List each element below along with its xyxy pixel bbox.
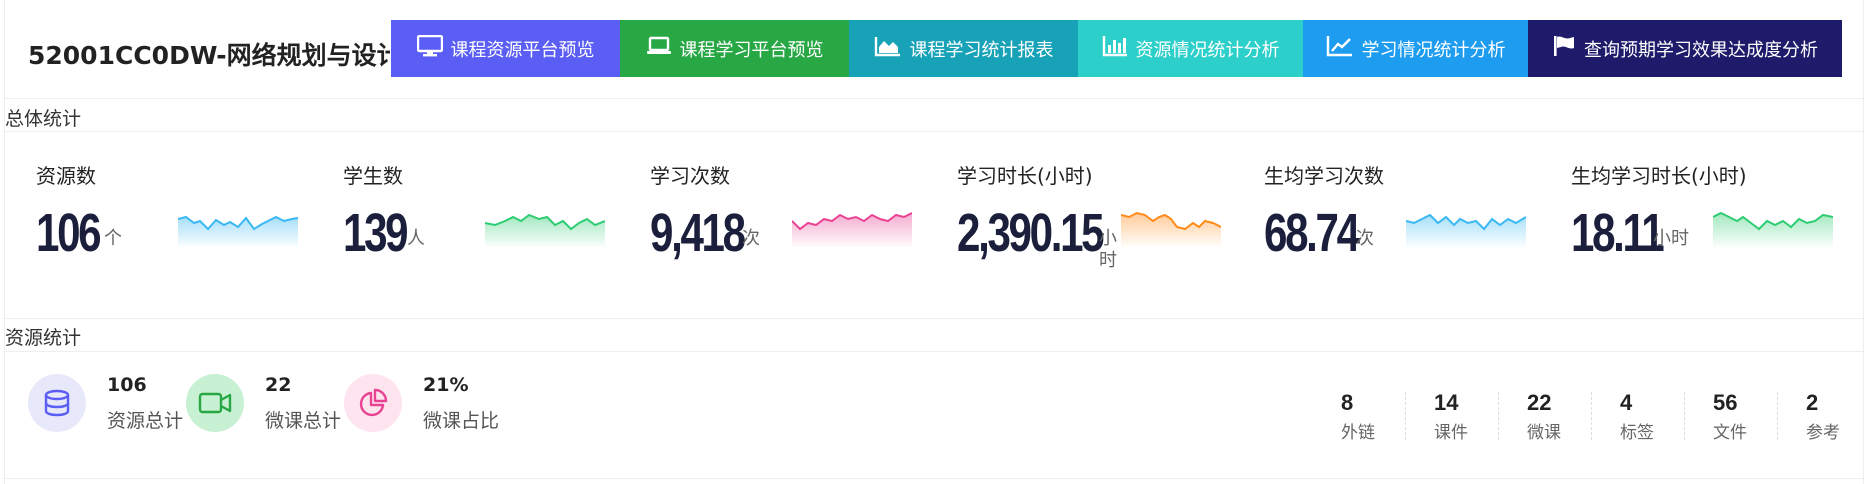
category-label: 标签 bbox=[1620, 423, 1654, 443]
stat-unit: 次 bbox=[742, 228, 760, 249]
nav-achievement-analysis-button[interactable]: 查询预期学习效果达成度分析 bbox=[1528, 20, 1842, 77]
divider bbox=[5, 318, 1864, 319]
stat-avg-study-hours: 生均学习时长(小时) 18.11 小时 bbox=[1571, 156, 1867, 276]
course-title: 52001CC0DW-网络规划与设计I bbox=[28, 41, 390, 70]
category-value: 56 bbox=[1713, 390, 1738, 415]
line-chart-icon bbox=[1326, 35, 1354, 62]
stat-value: 106 bbox=[36, 203, 102, 263]
category-value: 4 bbox=[1620, 390, 1633, 415]
stat-student-count: 学生数 139 人 bbox=[343, 156, 643, 276]
resource-total: 106 资源总计 bbox=[28, 374, 188, 438]
stat-study-count: 学习次数 9,418 次 bbox=[650, 156, 950, 276]
resource-total-value: 106 bbox=[107, 374, 147, 396]
stat-value: 18.11 bbox=[1571, 203, 1665, 263]
monitor-icon bbox=[416, 34, 443, 62]
category-file: 56 文件 bbox=[1713, 390, 1805, 443]
category-microcourse: 22 微课 bbox=[1527, 390, 1619, 443]
sparkline-icon bbox=[178, 215, 298, 247]
stat-label: 生均学习次数 bbox=[1264, 164, 1384, 188]
video-camera-icon bbox=[186, 374, 244, 432]
category-external-link: 8 外链 bbox=[1341, 390, 1433, 443]
category-reference: 2 参考 bbox=[1806, 390, 1867, 443]
category-divider bbox=[1405, 392, 1406, 440]
microcourse-ratio-label: 微课占比 bbox=[423, 410, 500, 432]
nav-resource-analysis-button[interactable]: 资源情况统计分析 bbox=[1078, 20, 1303, 77]
nav-resource-preview-button[interactable]: 课程资源平台预览 bbox=[391, 20, 620, 77]
pie-chart-icon bbox=[344, 374, 402, 432]
area-chart-icon bbox=[874, 35, 902, 62]
stat-unit: 小时 bbox=[1099, 228, 1117, 271]
stat-resource-count: 资源数 106 个 bbox=[36, 156, 336, 276]
category-divider bbox=[1591, 392, 1592, 440]
stat-value: 2,390.15 bbox=[957, 203, 1105, 263]
stat-value: 68.74 bbox=[1264, 203, 1360, 263]
laptop-icon bbox=[646, 36, 672, 61]
category-courseware: 14 课件 bbox=[1434, 390, 1526, 443]
microcourse-total-value: 22 bbox=[265, 374, 292, 396]
stat-unit: 个 bbox=[104, 228, 122, 249]
sparkline-icon bbox=[792, 212, 912, 247]
nav-learning-preview-label: 课程学习平台预览 bbox=[679, 39, 824, 61]
stat-label: 学生数 bbox=[343, 164, 403, 188]
category-label: 外链 bbox=[1341, 423, 1375, 443]
category-divider bbox=[1777, 392, 1778, 440]
stat-value: 139 bbox=[343, 203, 409, 263]
nav-learning-report-button[interactable]: 课程学习统计报表 bbox=[849, 20, 1078, 77]
category-value: 2 bbox=[1806, 390, 1819, 415]
resource-total-label: 资源总计 bbox=[107, 410, 184, 432]
microcourse-total: 22 微课总计 bbox=[186, 374, 346, 438]
microcourse-total-label: 微课总计 bbox=[265, 410, 342, 432]
category-value: 22 bbox=[1527, 390, 1552, 415]
flag-icon bbox=[1552, 35, 1576, 62]
nav-resource-analysis-label: 资源情况统计分析 bbox=[1135, 39, 1280, 61]
stat-label: 生均学习时长(小时) bbox=[1571, 164, 1747, 188]
category-divider bbox=[1498, 392, 1499, 440]
sparkline-icon bbox=[1713, 211, 1833, 247]
category-label: 微课 bbox=[1527, 423, 1561, 443]
microcourse-ratio-value: 21% bbox=[423, 374, 469, 396]
divider bbox=[5, 478, 1864, 479]
stat-label: 资源数 bbox=[36, 164, 96, 188]
bar-chart-icon bbox=[1102, 35, 1128, 62]
category-tag: 4 标签 bbox=[1620, 390, 1712, 443]
category-value: 8 bbox=[1341, 390, 1354, 415]
stat-label: 学习时长(小时) bbox=[957, 164, 1093, 188]
stat-unit: 次 bbox=[1356, 228, 1374, 249]
stat-label: 学习次数 bbox=[650, 164, 730, 188]
category-divider bbox=[1684, 392, 1685, 440]
category-label: 文件 bbox=[1713, 423, 1747, 443]
category-label: 参考 bbox=[1806, 423, 1840, 443]
section-title-overall: 总体统计 bbox=[5, 108, 82, 130]
category-value: 14 bbox=[1434, 390, 1459, 415]
stat-avg-study-count: 生均学习次数 68.74 次 bbox=[1264, 156, 1564, 276]
sparkline-icon bbox=[1121, 211, 1221, 247]
divider bbox=[5, 98, 1864, 99]
stat-unit: 小时 bbox=[1653, 228, 1689, 249]
database-icon bbox=[28, 374, 86, 432]
section-title-resources: 资源统计 bbox=[5, 327, 82, 349]
divider bbox=[5, 351, 1864, 352]
sparkline-icon bbox=[1406, 213, 1526, 247]
nav-resource-preview-label: 课程资源平台预览 bbox=[450, 39, 595, 61]
stat-value: 9,418 bbox=[650, 203, 746, 263]
nav-achievement-analysis-label: 查询预期学习效果达成度分析 bbox=[1584, 39, 1818, 61]
category-label: 课件 bbox=[1434, 423, 1468, 443]
sparkline-icon bbox=[485, 213, 605, 247]
divider bbox=[5, 131, 1864, 132]
nav-learning-report-label: 课程学习统计报表 bbox=[909, 39, 1054, 61]
microcourse-ratio: 21% 微课占比 bbox=[344, 374, 504, 438]
nav-bar: 课程资源平台预览 课程学习平台预览 课程学习统计报表 资源情况统计分析 学习情况… bbox=[391, 20, 1842, 77]
stat-unit: 人 bbox=[407, 228, 425, 249]
stat-study-hours: 学习时长(小时) 2,390.15 小时 bbox=[957, 156, 1257, 276]
nav-learning-analysis-label: 学习情况统计分析 bbox=[1361, 39, 1506, 61]
nav-learning-analysis-button[interactable]: 学习情况统计分析 bbox=[1303, 20, 1528, 77]
nav-learning-preview-button[interactable]: 课程学习平台预览 bbox=[620, 20, 849, 77]
